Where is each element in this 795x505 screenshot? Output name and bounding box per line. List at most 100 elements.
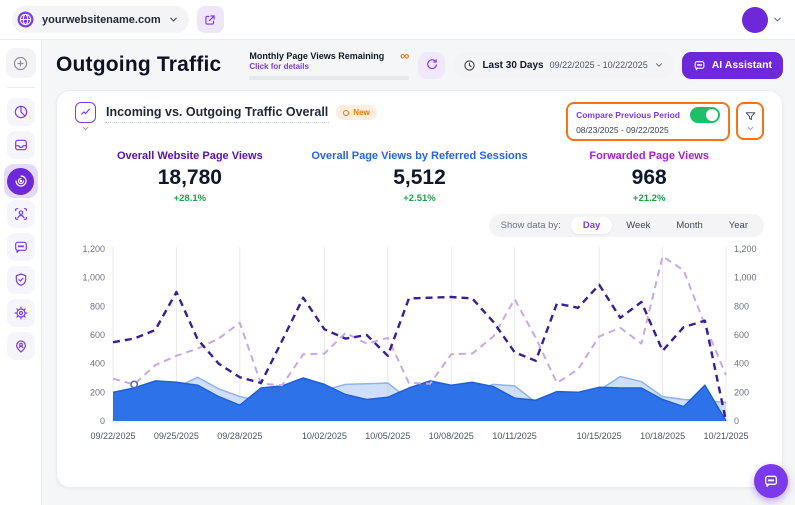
svg-text:10/08/2025: 10/08/2025 (429, 431, 474, 441)
compare-toggle[interactable] (690, 107, 720, 123)
new-badge: New (336, 105, 376, 120)
stat-forwarded-page-views: Forwarded Page Views 968 +21.2% (534, 150, 764, 204)
new-badge-dot-icon (343, 110, 349, 116)
svg-text:09/25/2025: 09/25/2025 (154, 431, 199, 441)
svg-text:10/11/2025: 10/11/2025 (492, 431, 536, 441)
chevron-down-icon (654, 60, 664, 70)
stat-delta: +2.51% (305, 193, 535, 204)
chevron-down-icon (746, 124, 755, 133)
card-title: Incoming vs. Outgoing Traffic Overall (105, 102, 329, 123)
svg-text:200: 200 (90, 387, 105, 397)
compare-previous-period-box: Compare Previous Period 08/23/2025 - 09/… (566, 102, 730, 141)
svg-text:0: 0 (100, 416, 105, 426)
chat-icon (13, 239, 29, 255)
stat-label: Forwarded Page Views (534, 150, 764, 162)
stat-referred-sessions-page-views: Overall Page Views by Referred Sessions … (305, 150, 535, 204)
svg-text:600: 600 (90, 330, 105, 340)
svg-text:800: 800 (90, 301, 105, 311)
chevron-down-icon (81, 124, 90, 133)
toggle-knob (706, 109, 718, 121)
compare-range: 08/23/2025 - 09/22/2025 (576, 125, 720, 135)
svg-text:10/15/2025: 10/15/2025 (577, 431, 622, 441)
svg-text:10/18/2025: 10/18/2025 (640, 431, 685, 441)
traffic-overview-card: Incoming vs. Outgoing Traffic Overall Ne… (56, 90, 783, 488)
stat-value: 18,780 (75, 166, 305, 190)
stat-delta: +21.2% (534, 193, 764, 204)
domain-label: yourwebsitename.com (42, 14, 161, 26)
inbox-icon (13, 137, 29, 153)
stat-label: Overall Page Views by Referred Sessions (305, 150, 535, 162)
svg-text:400: 400 (90, 359, 105, 369)
infinity-icon: ∞ (400, 51, 409, 61)
svg-text:10/05/2025: 10/05/2025 (365, 431, 410, 441)
show-data-by-label: Show data by: (501, 220, 561, 231)
shield-check-icon (13, 272, 29, 288)
line-chart-icon[interactable] (75, 102, 96, 123)
tab-year[interactable]: Year (717, 217, 760, 234)
quota-details-link[interactable]: Click for details (249, 62, 384, 71)
svg-text:1,000: 1,000 (734, 273, 757, 283)
stat-value: 5,512 (305, 166, 535, 190)
compare-label: Compare Previous Period (576, 110, 680, 120)
sidebar-item-inbox[interactable] (7, 131, 35, 159)
svg-text:09/22/2025: 09/22/2025 (90, 431, 135, 441)
page-header: Outgoing Traffic Monthly Page Views Rema… (56, 40, 783, 90)
sidebar-item-traffic[interactable] (4, 164, 38, 198)
stat-label: Overall Website Page Views (75, 150, 305, 162)
sidebar-item-audience[interactable] (7, 200, 35, 228)
globe-icon (16, 10, 35, 29)
top-bar: yourwebsitename.com (0, 0, 795, 40)
user-avatar[interactable] (742, 7, 768, 33)
page-title: Outgoing Traffic (56, 53, 221, 77)
svg-text:400: 400 (734, 359, 749, 369)
svg-text:09/28/2025: 09/28/2025 (217, 431, 262, 441)
date-range-value: 09/22/2025 - 10/22/2025 (550, 60, 648, 70)
show-data-by: Show data by: DayWeekMonthYear (75, 214, 764, 237)
plus-circle-icon[interactable] (6, 48, 36, 78)
svg-text:600: 600 (734, 330, 749, 340)
avatar-chevron-down-icon[interactable] (772, 14, 783, 25)
filter-button[interactable] (736, 102, 764, 140)
user-target-icon (13, 206, 29, 222)
svg-text:10/21/2025: 10/21/2025 (703, 431, 748, 441)
svg-text:10/02/2025: 10/02/2025 (302, 431, 347, 441)
quota-progress-bar (249, 76, 409, 80)
support-chat-button[interactable] (754, 464, 788, 498)
svg-text:1,200: 1,200 (734, 244, 757, 254)
refresh-icon (425, 58, 439, 72)
sidebar-item-visitors[interactable] (7, 332, 35, 360)
chat-icon (693, 59, 706, 72)
clock-icon (463, 59, 476, 72)
external-link-icon (203, 13, 217, 27)
stats-row: Overall Website Page Views 18,780 +28.1%… (75, 150, 764, 204)
stat-delta: +28.1% (75, 193, 305, 204)
tab-day[interactable]: Day (571, 217, 612, 234)
tab-month[interactable]: Month (664, 217, 714, 234)
tab-week[interactable]: Week (614, 217, 662, 234)
ai-assistant-button[interactable]: AI Assistant (682, 52, 783, 79)
sidebar-item-security[interactable] (7, 266, 35, 294)
svg-text:1,200: 1,200 (82, 244, 105, 254)
open-site-button[interactable] (197, 6, 224, 33)
sidebar (0, 40, 42, 505)
date-range-label: Last 30 Days (482, 60, 543, 71)
stat-overall-website-page-views: Overall Website Page Views 18,780 +28.1% (75, 150, 305, 204)
pie-chart-icon (13, 104, 29, 120)
chevron-down-icon (168, 14, 179, 25)
new-badge-label: New (353, 108, 369, 117)
svg-text:200: 200 (734, 387, 749, 397)
sidebar-item-conversations[interactable] (7, 233, 35, 261)
refresh-button[interactable] (418, 52, 445, 79)
svg-text:800: 800 (734, 301, 749, 311)
traffic-spiral-icon (7, 168, 34, 195)
svg-text:0: 0 (734, 416, 739, 426)
traffic-chart: 002002004004006006008008001,0001,0001,20… (75, 241, 764, 455)
gear-icon (13, 305, 29, 321)
chat-icon (763, 473, 779, 489)
domain-selector[interactable]: yourwebsitename.com (12, 6, 189, 33)
user-pin-icon (13, 338, 29, 354)
date-range-selector[interactable]: Last 30 Days 09/22/2025 - 10/22/2025 (453, 52, 673, 79)
sidebar-item-analytics[interactable] (7, 98, 35, 126)
sidebar-divider (7, 87, 35, 88)
sidebar-item-settings[interactable] (7, 299, 35, 327)
